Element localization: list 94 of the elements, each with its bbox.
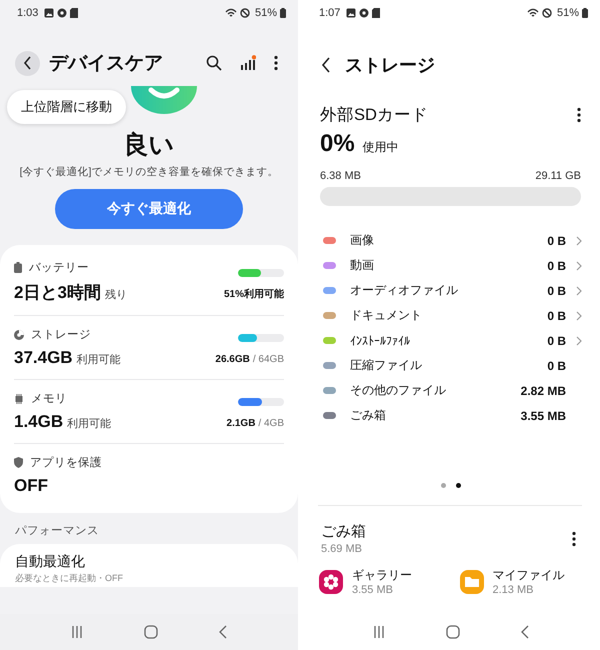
recents-icon[interactable] [372, 626, 385, 638]
chat-icon [57, 8, 68, 18]
home-icon[interactable] [446, 625, 460, 639]
category-name: その他のファイル [350, 382, 447, 399]
back-button[interactable] [15, 50, 40, 76]
signal-bars-icon[interactable] [240, 55, 256, 71]
status-heading: 良い [122, 130, 176, 161]
battery-percent: 51% [254, 7, 277, 19]
chevron-icon[interactable] [576, 236, 582, 246]
memory-chip-icon [14, 394, 24, 404]
wifi-icon [526, 8, 539, 18]
auto-optimize-title: 自動最適化 [15, 553, 86, 571]
sd-card-icon [372, 8, 380, 18]
status-time: 1:07 [319, 7, 340, 19]
used-size: 6.38 MB [320, 170, 361, 182]
chevron-icon[interactable] [576, 260, 582, 270]
usage-label: 使用中 [362, 139, 399, 156]
chevron-icon[interactable] [576, 286, 582, 296]
item-label: バッテリー [29, 261, 89, 275]
image-icon [346, 8, 356, 18]
usage-reading: 2.1GB [226, 418, 256, 429]
item-unit: 利用可能 [76, 353, 121, 367]
category-name: ｲﾝｽﾄｰﾙﾌｧｲﾙ [350, 334, 411, 348]
usage-reading: 51%利用可能 [224, 288, 284, 300]
home-icon[interactable] [144, 625, 158, 639]
category-name: 圧縮ファイル [350, 357, 423, 374]
item-value: OFF [14, 476, 48, 496]
category-size: 0 B [547, 258, 566, 272]
wifi-icon [224, 8, 237, 18]
category-size: 0 B [547, 308, 566, 322]
page-indicator-dot[interactable] [441, 483, 446, 488]
usage-total: / 4GB [258, 418, 284, 429]
shield-icon [14, 457, 23, 468]
category-name: ごみ箱 [350, 407, 387, 424]
category-name: 動画 [350, 257, 375, 274]
usage-total: / 64GB [252, 354, 284, 365]
page-title: デバイスケア [49, 52, 163, 76]
status-time: 1:03 [17, 7, 38, 19]
search-icon[interactable] [206, 55, 222, 71]
category-size: 0 B [547, 284, 566, 298]
image-icon [44, 8, 54, 18]
category-name: ドキュメント [350, 307, 423, 324]
battery-icon [582, 8, 588, 18]
item-label: ストレージ [31, 328, 91, 342]
item-label: メモリ [31, 392, 67, 406]
item-value: 1.4GB [14, 412, 64, 432]
category-size: 0 B [547, 234, 566, 248]
category-name: 画像 [350, 232, 375, 249]
back-icon[interactable] [321, 57, 331, 73]
category-size: 0 B [547, 334, 566, 348]
app-size: 3.55 MB [352, 584, 394, 596]
hint-text: [今すぐ最適化]でメモリの空き容量を確保できます。 [18, 165, 280, 179]
item-value: 2日と3時間 [14, 282, 101, 304]
section-title: パフォーマンス [15, 524, 100, 538]
item-unit: 残り [104, 288, 127, 302]
do-not-disturb-icon [240, 8, 250, 18]
flower-icon[interactable] [319, 570, 343, 594]
item-label: アプリを保護 [30, 455, 102, 470]
more-icon[interactable] [274, 55, 278, 71]
page-title: ストレージ [345, 54, 435, 77]
category-size: 0 B [547, 358, 566, 372]
page-indicator-dot[interactable] [456, 483, 461, 488]
item-unit: 利用可能 [67, 417, 112, 431]
back-icon[interactable] [22, 56, 32, 70]
trash-size: 5.69 MB [321, 543, 363, 555]
chevron-icon[interactable] [576, 336, 582, 346]
optimize-button[interactable]: 今すぐ最適化 [55, 189, 243, 229]
category-name: オーディオファイル [350, 282, 459, 299]
sd-card-icon [70, 8, 78, 18]
item-value: 37.4GB [14, 348, 73, 368]
app-name: ギャラリー [352, 567, 412, 584]
category-size: 3.55 MB [520, 408, 566, 422]
recents-icon[interactable] [70, 626, 83, 638]
total-size: 29.11 GB [535, 170, 581, 182]
more-icon[interactable] [577, 107, 581, 123]
tooltip: 上位階層に移動 [7, 90, 126, 124]
auto-optimize-card[interactable]: 自動最適化 必要なときに再起動・OFF [0, 544, 298, 587]
chat-icon [359, 8, 370, 18]
card-title: 外部SDカード [320, 105, 428, 126]
auto-optimize-subtitle: 必要なときに再起動・OFF [15, 572, 124, 585]
usage-percent: 0% [320, 130, 355, 158]
smiley-icon [131, 86, 197, 114]
battery-percent: 51% [556, 7, 579, 19]
battery-icon [280, 8, 286, 18]
category-size: 2.82 MB [520, 384, 566, 398]
more-icon[interactable] [572, 530, 576, 546]
pie-chart-icon [14, 330, 24, 340]
chevron-icon[interactable] [576, 310, 582, 320]
app-name: マイファイル [492, 567, 564, 584]
trash-title: ごみ箱 [321, 522, 366, 541]
usage-reading: 26.6GB [215, 354, 250, 365]
do-not-disturb-icon [542, 8, 552, 18]
battery-icon [14, 262, 22, 273]
app-size: 2.13 MB [492, 584, 534, 596]
